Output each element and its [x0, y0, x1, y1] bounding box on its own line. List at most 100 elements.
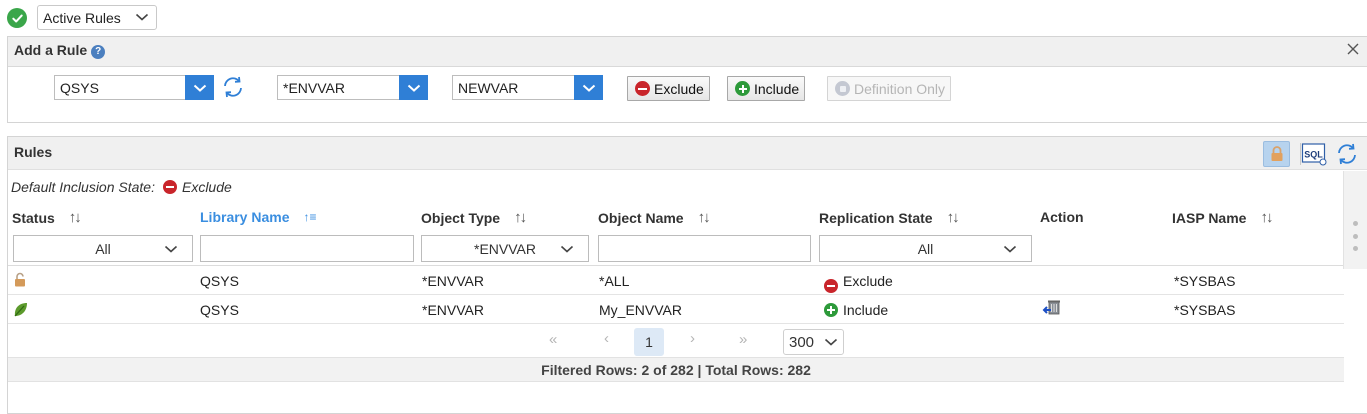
status-filter[interactable]: All: [13, 235, 193, 262]
add-rule-title: Add a Rule: [14, 42, 88, 58]
sort-ascending-icon[interactable]: ↑≡: [303, 210, 316, 224]
first-page-button[interactable]: «: [549, 331, 557, 348]
column-header-library-name[interactable]: Library Name ↑≡: [200, 209, 317, 225]
help-icon[interactable]: ?: [91, 45, 106, 59]
current-page-button[interactable]: 1: [634, 328, 664, 356]
object-type-dropdown-button[interactable]: [399, 75, 428, 100]
library-name-filter[interactable]: [200, 235, 414, 262]
rules-header: Rules SQL: [8, 137, 1367, 170]
replication-state-filter-value: All: [917, 240, 934, 257]
next-page-button[interactable]: ›: [690, 330, 695, 347]
scroll-grip-dot: [1353, 234, 1358, 239]
sort-icon[interactable]: ↑↓: [947, 209, 960, 226]
include-button[interactable]: Include: [727, 76, 806, 101]
chevron-down-icon: [1003, 245, 1017, 253]
object-type-value: *ENVVAR: [283, 79, 345, 96]
include-icon: [824, 303, 838, 317]
status-ok-icon: [7, 8, 27, 28]
definition-only-button[interactable]: Definition Only: [827, 76, 952, 101]
object-type-combo[interactable]: *ENVVAR: [277, 75, 428, 100]
chevron-down-icon: [407, 84, 420, 92]
cell-library: QSYS: [200, 302, 239, 318]
sql-icon: SQL: [1301, 143, 1327, 166]
cell-replication-state: Include: [843, 302, 889, 318]
exclude-icon: [635, 81, 650, 96]
chevron-down-icon: [824, 338, 838, 346]
table-row[interactable]: QSYS *ENVVAR My_ENVVAR Include *SYSBAS: [8, 295, 1344, 323]
include-icon: [735, 81, 750, 96]
default-inclusion-label: Default Inclusion State:: [11, 179, 155, 195]
scroll-grip-dot: [1353, 221, 1358, 226]
last-page-button[interactable]: »: [739, 331, 747, 348]
refresh-rules-icon[interactable]: [1335, 142, 1359, 166]
sql-button[interactable]: SQL: [1301, 141, 1327, 167]
object-name-dropdown-button[interactable]: [574, 75, 603, 100]
chevron-down-icon: [164, 245, 178, 253]
sort-icon[interactable]: ↑↓: [1260, 209, 1273, 226]
sort-icon[interactable]: ↑↓: [69, 209, 82, 226]
column-header-library-name-label: Library Name: [200, 209, 290, 225]
rules-panel: Rules SQL Default Inclusion State: Exclu…: [7, 136, 1367, 414]
cell-replication-state: Exclude: [843, 273, 893, 289]
column-header-action-label: Action: [1040, 209, 1084, 225]
lock-button[interactable]: [1263, 141, 1290, 167]
table-row[interactable]: QSYS *ENVVAR *ALL Exclude *SYSBAS: [8, 266, 1344, 294]
sort-icon[interactable]: ↑↓: [698, 209, 711, 226]
chevron-down-icon: [560, 245, 574, 253]
column-header-object-type[interactable]: Object Type ↑↓: [421, 209, 527, 226]
library-dropdown-button[interactable]: [185, 75, 214, 100]
column-header-status-label: Status: [12, 209, 55, 226]
column-header-status[interactable]: Status ↑↓: [12, 209, 82, 226]
default-inclusion-value: Exclude: [181, 179, 232, 195]
object-name-value: NEWVAR: [458, 79, 519, 96]
cell-object-type: *ENVVAR: [422, 302, 484, 318]
rules-view-select-value: Active Rules: [43, 9, 121, 26]
leaf-icon: [14, 303, 27, 317]
delete-rule-icon[interactable]: [1042, 298, 1062, 318]
column-header-object-name[interactable]: Object Name ↑↓: [598, 209, 711, 226]
replication-state-filter[interactable]: All: [819, 235, 1032, 262]
library-combo[interactable]: QSYS: [54, 75, 214, 100]
sql-label: SQL: [1304, 150, 1323, 160]
column-header-replication-state-label: Replication State: [819, 209, 933, 226]
column-header-iasp-name[interactable]: IASP Name ↑↓: [1172, 209, 1273, 226]
add-rule-panel: Add a Rule? QSYS *ENVVAR NEWVAR Exclude …: [7, 36, 1367, 123]
column-header-replication-state[interactable]: Replication State ↑↓: [819, 209, 960, 226]
column-header-object-type-label: Object Type: [421, 209, 501, 226]
default-inclusion-state: Default Inclusion State: Exclude: [11, 179, 232, 195]
cell-object-type: *ENVVAR: [422, 273, 484, 289]
object-type-filter[interactable]: *ENVVAR: [421, 235, 589, 262]
chevron-down-icon: [193, 84, 206, 92]
exclude-button-label: Exclude: [654, 80, 704, 97]
chevron-down-icon: [135, 13, 149, 21]
row-count-summary: Filtered Rows: 2 of 282 | Total Rows: 28…: [8, 357, 1344, 382]
object-name-combo[interactable]: NEWVAR: [452, 75, 603, 100]
cell-iasp: *SYSBAS: [1174, 273, 1236, 289]
library-value: QSYS: [60, 79, 99, 96]
exclude-icon: [824, 279, 838, 293]
rules-view-select[interactable]: Active Rules: [37, 5, 157, 30]
page-size-value: 300: [789, 333, 815, 351]
exclude-button[interactable]: Exclude: [627, 76, 710, 101]
definition-only-icon: [835, 81, 850, 96]
prev-page-button[interactable]: ‹: [604, 330, 609, 347]
column-header-action: Action: [1040, 209, 1084, 225]
page-size-select[interactable]: 300: [783, 329, 844, 355]
cell-object-name: My_ENVVAR: [599, 302, 682, 318]
rules-title: Rules: [14, 144, 53, 160]
table-scrollbar[interactable]: [1343, 171, 1367, 269]
exclude-icon: [162, 180, 177, 194]
cell-library: QSYS: [200, 273, 239, 289]
definition-only-label: Definition Only: [854, 80, 946, 97]
pager: « ‹ 1 › » 300: [8, 323, 1344, 357]
sort-icon[interactable]: ↑↓: [514, 209, 527, 226]
object-type-filter-value: *ENVVAR: [474, 240, 536, 257]
cell-iasp: *SYSBAS: [1174, 302, 1236, 318]
close-icon[interactable]: [1345, 41, 1361, 57]
refresh-library-icon[interactable]: [221, 75, 245, 102]
scroll-grip-dot: [1353, 246, 1358, 251]
object-name-filter[interactable]: [598, 235, 811, 262]
cell-object-name: *ALL: [599, 273, 630, 289]
column-header-object-name-label: Object Name: [598, 209, 684, 226]
chevron-down-icon: [582, 84, 595, 92]
